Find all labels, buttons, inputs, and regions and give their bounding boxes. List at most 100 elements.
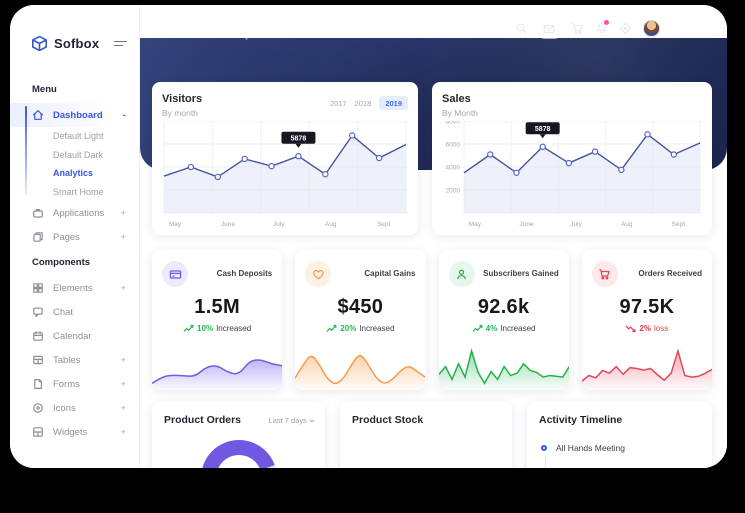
content: Visitors By month 201720182019 5878MayJu… bbox=[152, 82, 712, 468]
sidebar-item-chat[interactable]: Chat bbox=[10, 300, 139, 324]
main-area: Analytics Home > Dashboard > Analytics H… bbox=[140, 5, 727, 468]
stat-card-orders-received: Orders Received 97.5K 2% loss bbox=[582, 250, 712, 390]
year-2018[interactable]: 2018 bbox=[355, 99, 372, 108]
chart-month-label: Aug bbox=[621, 221, 633, 228]
stat-label: Capital Gains bbox=[364, 261, 415, 278]
notification-dot bbox=[604, 20, 609, 25]
sidebar-subitem-analytics[interactable]: Analytics bbox=[10, 164, 139, 183]
sidebar-subitem-default-dark[interactable]: Default Dark bbox=[10, 146, 139, 165]
product-orders-filter[interactable]: Last 7 days bbox=[269, 416, 315, 425]
sidebar-item-calendar[interactable]: Calendar bbox=[10, 324, 139, 348]
chart-month-label: Aug bbox=[325, 221, 337, 228]
trend-down-icon bbox=[625, 324, 636, 333]
chart-tooltip: 5878 bbox=[281, 131, 315, 147]
stat-change: 10% Increased bbox=[162, 324, 272, 333]
stat-value: 97.5K bbox=[592, 296, 702, 319]
cart-icon[interactable] bbox=[571, 22, 584, 35]
sidebar-group-pages: Pages+ bbox=[10, 225, 139, 249]
grid-icon bbox=[32, 282, 44, 294]
visitors-chart[interactable]: 5878 May June July Aug Sept bbox=[162, 121, 408, 236]
trend-up-icon bbox=[472, 324, 483, 333]
notifications-bell-icon[interactable] bbox=[595, 22, 608, 35]
svg-text:4000: 4000 bbox=[446, 164, 461, 171]
user-menu[interactable]: Hi John bbox=[671, 24, 713, 34]
sofbox-logo-icon bbox=[31, 35, 48, 52]
sidebar-item-widgets[interactable]: Widgets+ bbox=[10, 420, 139, 444]
sidebar-subitem-smart-home[interactable]: Smart Home bbox=[10, 183, 139, 202]
sparkline-subscribers bbox=[439, 344, 569, 390]
home-icon bbox=[32, 109, 44, 121]
chart-month-label: July bbox=[570, 221, 582, 228]
visitors-year-selector: 2017 2018 2019 bbox=[330, 96, 408, 110]
sidebar-item-icons[interactable]: Icons+ bbox=[10, 396, 139, 420]
svg-text:5878: 5878 bbox=[291, 135, 307, 142]
sales-subtitle: By Month bbox=[442, 108, 702, 118]
stat-card-subscribers-gained: Subscribers Gained 92.6k 4% Increased bbox=[439, 250, 569, 390]
expand-icon: + bbox=[120, 232, 126, 243]
sidebar-group-widgets: Widgets+ bbox=[10, 420, 139, 444]
stat-label: Orders Received bbox=[638, 261, 702, 278]
svg-text:6000: 6000 bbox=[446, 141, 461, 148]
navigation-icon[interactable] bbox=[619, 22, 632, 35]
expand-icon: + bbox=[120, 403, 126, 414]
target-icon bbox=[32, 402, 44, 414]
chart-month-label: June bbox=[221, 221, 235, 228]
expand-icon: + bbox=[120, 355, 126, 366]
sidebar: Sofbox MenuDashboard-Default LightDefaul… bbox=[10, 5, 140, 468]
product-orders-card: Product Orders Last 7 days bbox=[152, 402, 325, 468]
heart-icon bbox=[305, 261, 331, 287]
sidebar-item-forms[interactable]: Forms+ bbox=[10, 372, 139, 396]
file-icon bbox=[32, 378, 44, 390]
sidebar-subitem-default-light[interactable]: Default Light bbox=[10, 127, 139, 146]
chart-month-label: July bbox=[273, 221, 285, 228]
timeline-item[interactable]: All Hands Meeting bbox=[539, 443, 700, 453]
widgets-icon bbox=[32, 426, 44, 438]
year-2017[interactable]: 2017 bbox=[330, 99, 347, 108]
page-title: Analytics bbox=[152, 13, 262, 27]
topbar-icons: Hi John bbox=[515, 13, 713, 39]
sparkline-cash-deposits bbox=[152, 344, 282, 390]
year-2019[interactable]: 2019 bbox=[379, 96, 408, 110]
breadcrumb[interactable]: Home > Dashboard > Analytics bbox=[152, 31, 262, 40]
sidebar-item-dashboard[interactable]: Dashboard- bbox=[10, 103, 139, 127]
sidebar-group-forms: Forms+ bbox=[10, 372, 139, 396]
chart-month-label: June bbox=[519, 221, 533, 228]
chart-month-label: Sept bbox=[672, 221, 686, 228]
chart-month-label: May bbox=[169, 221, 182, 228]
sales-chart[interactable]: 80006000400020005878MayJuneJulyAugSept bbox=[442, 121, 702, 236]
user-avatar[interactable] bbox=[643, 20, 660, 37]
logo-text: Sofbox bbox=[54, 36, 99, 51]
stat-card-capital-gains: Capital Gains $450 20% Increased bbox=[295, 250, 425, 390]
sidebar-section-components: Components bbox=[10, 249, 139, 276]
svg-text:5878: 5878 bbox=[535, 125, 551, 132]
stat-value: 92.6k bbox=[449, 296, 559, 319]
app-window: Sofbox MenuDashboard-Default LightDefaul… bbox=[10, 5, 727, 468]
calendar-icon bbox=[32, 330, 44, 342]
stat-change: 2% loss bbox=[592, 324, 702, 333]
table-icon bbox=[32, 354, 44, 366]
logo[interactable]: Sofbox bbox=[10, 5, 139, 52]
briefcase-icon bbox=[32, 207, 44, 219]
trend-up-icon bbox=[183, 324, 194, 333]
stat-value: 1.5M bbox=[162, 296, 272, 319]
stat-change: 20% Increased bbox=[305, 324, 415, 333]
mail-icon[interactable] bbox=[539, 18, 560, 39]
sidebar-group-dashboard: Dashboard-Default LightDefault DarkAnaly… bbox=[10, 103, 139, 201]
stat-card-cash-deposits: Cash Deposits 1.5M 10% Increased bbox=[152, 250, 282, 390]
sidebar-group-icons: Icons+ bbox=[10, 396, 139, 420]
sidebar-group-chat: Chat bbox=[10, 300, 139, 324]
chart-tooltip: 5878 bbox=[526, 122, 560, 138]
sidebar-item-tables[interactable]: Tables+ bbox=[10, 348, 139, 372]
card-icon bbox=[162, 261, 188, 287]
sidebar-item-elements[interactable]: Elements+ bbox=[10, 276, 139, 300]
chevron-down-icon bbox=[706, 26, 713, 31]
stat-label: Cash Deposits bbox=[217, 261, 273, 278]
sales-title: Sales bbox=[442, 93, 702, 105]
chart-month-label: Sept bbox=[377, 221, 391, 228]
sidebar-toggle-icon[interactable] bbox=[114, 38, 127, 49]
sidebar-item-pages[interactable]: Pages+ bbox=[10, 225, 139, 249]
product-stock-title: Product Stock bbox=[352, 414, 500, 426]
chevron-down-icon bbox=[309, 419, 315, 423]
search-icon[interactable] bbox=[515, 22, 528, 35]
sidebar-item-applications[interactable]: Applications+ bbox=[10, 201, 139, 225]
